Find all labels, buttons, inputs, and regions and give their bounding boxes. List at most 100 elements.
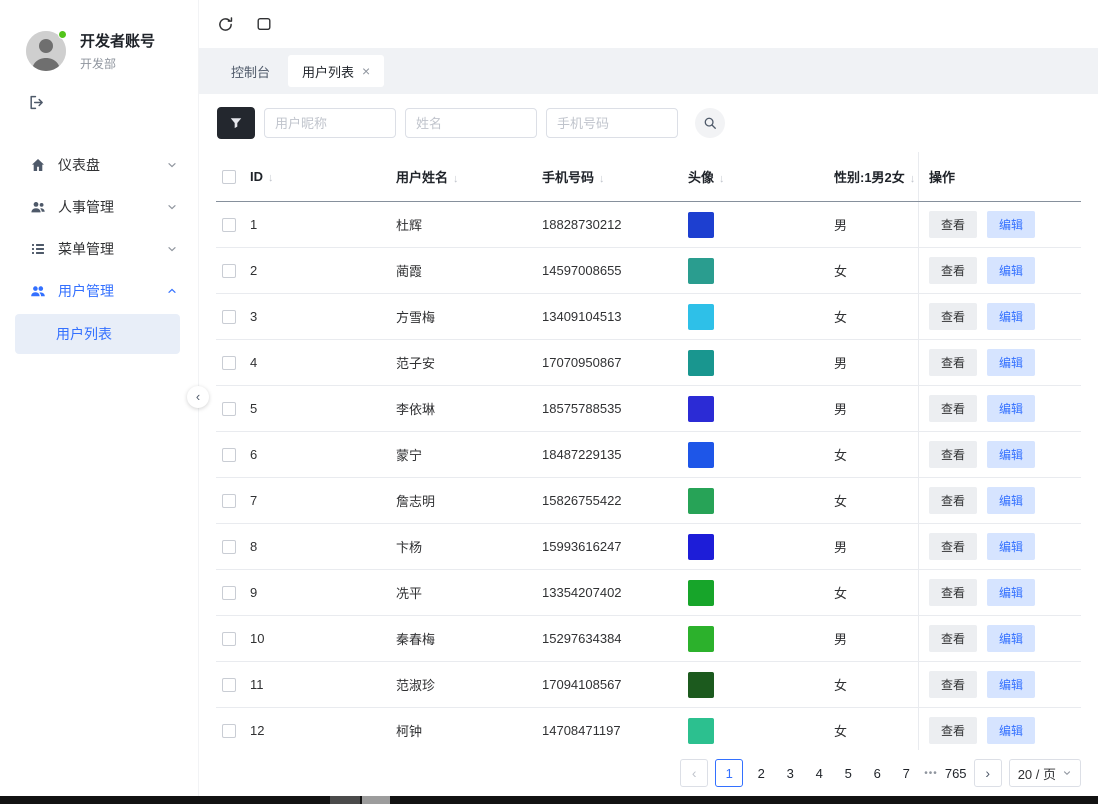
row-checkbox-cell bbox=[216, 218, 250, 232]
view-button[interactable]: 查看 bbox=[929, 487, 977, 514]
view-button[interactable]: 查看 bbox=[929, 395, 977, 422]
sidebar-item-user-list[interactable]: 用户列表 bbox=[15, 314, 180, 354]
view-button[interactable]: 查看 bbox=[929, 441, 977, 468]
edit-button[interactable]: 编辑 bbox=[987, 395, 1035, 422]
column-header-id[interactable]: ID↓ bbox=[250, 169, 396, 184]
edit-button[interactable]: 编辑 bbox=[987, 441, 1035, 468]
sidebar-item-dashboard[interactable]: 仪表盘 bbox=[0, 144, 198, 186]
cell-name: 范淑珍 bbox=[396, 675, 542, 694]
row-checkbox[interactable] bbox=[222, 494, 236, 508]
name-input[interactable] bbox=[405, 108, 537, 138]
view-button[interactable]: 查看 bbox=[929, 717, 977, 744]
row-checkbox[interactable] bbox=[222, 586, 236, 600]
cell-name: 詹志明 bbox=[396, 491, 542, 510]
cell-actions: 查看 编辑 bbox=[918, 294, 1081, 339]
cell-name: 秦春梅 bbox=[396, 629, 542, 648]
cell-actions: 查看 编辑 bbox=[918, 662, 1081, 707]
logout-icon[interactable] bbox=[28, 94, 45, 114]
cell-actions: 查看 编辑 bbox=[918, 708, 1081, 750]
row-checkbox[interactable] bbox=[222, 264, 236, 278]
row-checkbox[interactable] bbox=[222, 218, 236, 232]
row-checkbox[interactable] bbox=[222, 310, 236, 324]
page-number[interactable]: 2 bbox=[750, 766, 772, 781]
close-icon[interactable]: × bbox=[362, 64, 370, 78]
cell-gender: 女 bbox=[834, 445, 918, 464]
row-checkbox[interactable] bbox=[222, 356, 236, 370]
cell-phone: 14597008655 bbox=[542, 263, 688, 278]
prev-page-button[interactable]: ‹ bbox=[680, 759, 708, 787]
row-checkbox[interactable] bbox=[222, 724, 236, 738]
page-number[interactable]: 3 bbox=[779, 766, 801, 781]
page-size-select[interactable]: 20 / 页 bbox=[1009, 759, 1081, 787]
sidebar-item-menu-management[interactable]: 菜单管理 bbox=[0, 228, 198, 270]
cell-id: 9 bbox=[250, 585, 396, 600]
cell-gender: 男 bbox=[834, 399, 918, 418]
sort-icon[interactable]: ↓ bbox=[453, 173, 459, 185]
cell-gender: 女 bbox=[834, 583, 918, 602]
sort-icon[interactable]: ↓ bbox=[599, 173, 605, 185]
select-all-checkbox[interactable] bbox=[222, 170, 236, 184]
cell-id: 2 bbox=[250, 263, 396, 278]
page-number[interactable]: 4 bbox=[808, 766, 830, 781]
next-page-button[interactable]: › bbox=[974, 759, 1002, 787]
filter-icon[interactable] bbox=[217, 107, 255, 139]
row-avatar-image bbox=[688, 304, 714, 330]
cell-id: 6 bbox=[250, 447, 396, 462]
view-button[interactable]: 查看 bbox=[929, 349, 977, 376]
cell-actions: 查看 编辑 bbox=[918, 570, 1081, 615]
table-body: 1 杜辉 18828730212 男 查看 编辑 2 蔺霞 1459700865… bbox=[216, 202, 1081, 750]
page-number[interactable]: 6 bbox=[866, 766, 888, 781]
page-number[interactable]: 5 bbox=[837, 766, 859, 781]
row-checkbox-cell bbox=[216, 540, 250, 554]
table-row: 10 秦春梅 15297634384 男 查看 编辑 bbox=[216, 616, 1081, 662]
edit-button[interactable]: 编辑 bbox=[987, 579, 1035, 606]
menu-list-icon bbox=[30, 241, 46, 257]
user-avatar[interactable] bbox=[26, 31, 66, 71]
search-icon[interactable] bbox=[695, 108, 725, 138]
edit-button[interactable]: 编辑 bbox=[987, 671, 1035, 698]
phone-input[interactable] bbox=[546, 108, 678, 138]
sort-icon[interactable]: ↓ bbox=[719, 173, 725, 185]
column-header-gender[interactable]: 性别:1男2女↓ bbox=[834, 167, 918, 186]
cell-actions: 查看 编辑 bbox=[918, 478, 1081, 523]
tab-console[interactable]: 控制台 bbox=[217, 55, 284, 87]
view-button[interactable]: 查看 bbox=[929, 579, 977, 606]
ellipsis-jump[interactable]: ••• bbox=[924, 768, 938, 779]
row-checkbox[interactable] bbox=[222, 402, 236, 416]
page-number[interactable]: 7 bbox=[895, 766, 917, 781]
edit-button[interactable]: 编辑 bbox=[987, 625, 1035, 652]
nickname-input[interactable] bbox=[264, 108, 396, 138]
row-avatar-image bbox=[688, 626, 714, 652]
view-button[interactable]: 查看 bbox=[929, 671, 977, 698]
refresh-icon[interactable] bbox=[217, 16, 234, 33]
view-button[interactable]: 查看 bbox=[929, 303, 977, 330]
view-button[interactable]: 查看 bbox=[929, 257, 977, 284]
column-header-phone[interactable]: 手机号码↓ bbox=[542, 167, 688, 186]
row-checkbox[interactable] bbox=[222, 540, 236, 554]
sort-icon[interactable]: ↓ bbox=[268, 172, 274, 184]
tab-user-list[interactable]: 用户列表 × bbox=[288, 55, 384, 87]
edit-button[interactable]: 编辑 bbox=[987, 257, 1035, 284]
cell-name: 蔺霞 bbox=[396, 261, 542, 280]
view-button[interactable]: 查看 bbox=[929, 625, 977, 652]
view-button[interactable]: 查看 bbox=[929, 211, 977, 238]
view-button[interactable]: 查看 bbox=[929, 533, 977, 560]
page-number-active[interactable]: 1 bbox=[715, 759, 743, 787]
sidebar-item-user-management[interactable]: 用户管理 bbox=[0, 270, 198, 312]
edit-button[interactable]: 编辑 bbox=[987, 533, 1035, 560]
layout-panel-icon[interactable] bbox=[256, 16, 272, 32]
edit-button[interactable]: 编辑 bbox=[987, 487, 1035, 514]
row-checkbox[interactable] bbox=[222, 632, 236, 646]
column-header-name[interactable]: 用户姓名↓ bbox=[396, 167, 542, 186]
sidebar-item-hr-management[interactable]: 人事管理 bbox=[0, 186, 198, 228]
row-checkbox[interactable] bbox=[222, 678, 236, 692]
edit-button[interactable]: 编辑 bbox=[987, 211, 1035, 238]
edit-button[interactable]: 编辑 bbox=[987, 349, 1035, 376]
edit-button[interactable]: 编辑 bbox=[987, 717, 1035, 744]
sidebar-collapse-button[interactable]: ‹ bbox=[187, 386, 209, 408]
page-number-last[interactable]: 765 bbox=[945, 766, 967, 781]
column-header-avatar[interactable]: 头像↓ bbox=[688, 167, 834, 186]
edit-button[interactable]: 编辑 bbox=[987, 303, 1035, 330]
sort-icon[interactable]: ↓ bbox=[910, 173, 916, 185]
row-checkbox[interactable] bbox=[222, 448, 236, 462]
